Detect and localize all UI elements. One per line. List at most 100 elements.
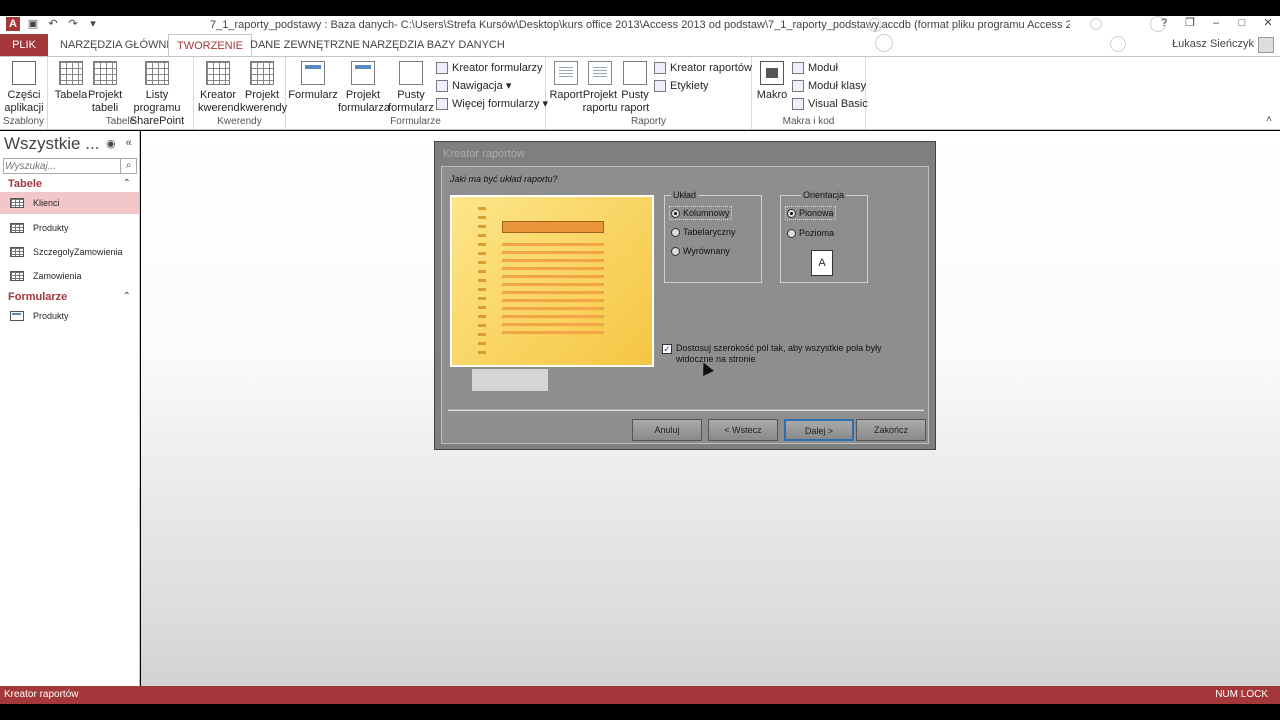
query-design-button[interactable]: Projekt kwerendy xyxy=(240,61,287,115)
query-design-label: Projekt xyxy=(244,89,280,101)
more-forms-icon xyxy=(436,98,448,110)
nav-item-zamowienia[interactable]: Zamowienia xyxy=(0,265,139,287)
nav-item-produkty[interactable]: Produkty xyxy=(0,217,139,239)
form-wizard-icon xyxy=(436,62,448,74)
class-module-label: Moduł klasy xyxy=(808,80,867,92)
fit-fields-checkbox[interactable]: ✓ Dostosuj szerokość pól tak, aby wszyst… xyxy=(662,343,918,365)
layout-option-tabular[interactable]: Tabelaryczny xyxy=(671,227,736,237)
form-design-label: Projekt xyxy=(345,89,381,101)
window-controls: ? ❐ – □ ✕ xyxy=(1158,17,1274,29)
nav-pane-header[interactable]: Wszystkie ... xyxy=(4,134,99,154)
form-design-label-2: formularza xyxy=(338,102,390,114)
more-forms-label: Więcej formularzy xyxy=(452,98,540,110)
chevron-down-icon[interactable]: ◉ xyxy=(106,137,116,150)
option-label: Pozioma xyxy=(799,228,835,238)
report-design-label: Projekt xyxy=(582,89,618,101)
radio-icon xyxy=(787,209,796,218)
title-bar: A ▣ ↶ ↷ ▾ 7_1_raporty_podstawy : Baza da… xyxy=(0,16,1280,34)
report-design-button[interactable]: Projekt raportu xyxy=(582,61,618,115)
blank-form-button[interactable]: Pusty formularz xyxy=(388,61,434,115)
collapse-icon[interactable]: ⌃ xyxy=(123,175,131,193)
user-avatar[interactable] xyxy=(1258,37,1274,53)
tab-database-tools[interactable]: NARZĘDZIA BAZY DANYCH xyxy=(354,34,513,56)
macro-icon xyxy=(760,61,784,85)
blank-report-label-2: raport xyxy=(620,102,650,114)
nav-item-label: SzczegolyZamowienia xyxy=(33,247,123,257)
maximize-icon[interactable]: □ xyxy=(1236,17,1248,29)
report-wizard-button[interactable]: Kreator raportów xyxy=(654,60,752,76)
layout-option-justified[interactable]: Wyrównany xyxy=(671,246,730,256)
visual-basic-button[interactable]: Visual Basic xyxy=(792,96,868,112)
back-button[interactable]: < Wstecz xyxy=(708,419,778,441)
undo-icon[interactable]: ↶ xyxy=(46,17,60,31)
macro-button[interactable]: Makro xyxy=(754,61,790,102)
orientation-option-portrait[interactable]: Pionowa xyxy=(785,206,836,220)
num-lock-indicator: NUM LOCK xyxy=(1215,689,1268,700)
report-button[interactable]: Raport xyxy=(548,61,584,102)
next-button[interactable]: Dalej > xyxy=(784,419,854,441)
tab-home[interactable]: NARZĘDZIA GŁÓWNE xyxy=(52,34,182,56)
help-icon[interactable]: ? xyxy=(1158,17,1170,29)
tab-external-data[interactable]: DANE ZEWNĘTRZNE xyxy=(242,34,368,56)
cancel-button[interactable]: Anuluj xyxy=(632,419,702,441)
form-design-button[interactable]: Projekt formularza xyxy=(338,61,390,115)
collapse-ribbon-icon[interactable]: ˄ xyxy=(1266,114,1272,125)
layout-option-columnar[interactable]: Kolumnowy xyxy=(669,206,732,220)
navigation-button[interactable]: Nawigacja ▾ xyxy=(436,78,511,94)
dialog-body: Jaki ma być układ raportu? Układ Kolumno… xyxy=(441,166,929,444)
blank-form-label-2: formularz xyxy=(388,102,434,114)
navigation-pane: Wszystkie ... ◉ « ⌕ Tabele ⌃ Klienci Pro… xyxy=(0,131,140,686)
redo-icon[interactable]: ↷ xyxy=(66,17,80,31)
table-design-label: Projekt xyxy=(88,89,123,101)
search-input[interactable] xyxy=(5,159,119,173)
orientation-option-landscape[interactable]: Pozioma xyxy=(787,228,834,238)
module-button[interactable]: Moduł xyxy=(792,60,838,76)
nav-item-label: Produkty xyxy=(33,311,69,321)
wizard-question: Jaki ma być układ raportu? xyxy=(450,174,558,184)
class-module-icon xyxy=(792,80,804,92)
labels-button[interactable]: Etykiety xyxy=(654,78,709,94)
table-icon xyxy=(10,271,24,281)
more-forms-button[interactable]: Więcej formularzy ▾ xyxy=(436,96,548,112)
restore-icon[interactable]: ❐ xyxy=(1184,17,1196,29)
shutter-bar-icon[interactable]: « xyxy=(126,137,132,150)
visual-basic-icon xyxy=(792,98,804,110)
blank-form-label: Pusty xyxy=(397,89,425,101)
form-button[interactable]: Formularz xyxy=(288,61,338,102)
section-forms[interactable]: Formularze ⌃ xyxy=(0,288,139,306)
visual-basic-label: Visual Basic xyxy=(808,98,868,110)
finish-button[interactable]: Zakończ xyxy=(856,419,926,441)
table-design-button[interactable]: Projekt tabeli xyxy=(88,61,122,115)
query-wizard-button[interactable]: Kreator kwerend xyxy=(198,61,240,115)
group-forms: Formularz Projekt formularza Pusty formu… xyxy=(286,57,548,129)
close-icon[interactable]: ✕ xyxy=(1262,17,1274,29)
nav-item-klienci[interactable]: Klienci xyxy=(0,192,139,214)
minimize-icon[interactable]: – xyxy=(1210,17,1222,29)
form-wizard-button[interactable]: Kreator formularzy xyxy=(436,60,542,76)
blank-report-button[interactable]: Pusty raport xyxy=(618,61,652,115)
save-icon[interactable]: ▣ xyxy=(26,17,40,31)
application-parts-button[interactable]: Części aplikacji xyxy=(2,61,46,115)
nav-item-label: Zamowienia xyxy=(33,271,82,281)
table-button[interactable]: Tabela xyxy=(54,61,88,102)
option-label: Pionowa xyxy=(799,208,834,218)
group-label: Kwerendy xyxy=(217,116,262,127)
status-bar: Kreator raportów NUM LOCK xyxy=(0,686,1280,704)
navigation-icon xyxy=(436,80,448,92)
section-tables[interactable]: Tabele ⌃ xyxy=(0,175,139,193)
customize-qat-icon[interactable]: ▾ xyxy=(86,17,100,31)
radio-icon xyxy=(671,228,680,237)
class-module-button[interactable]: Moduł klasy xyxy=(792,78,866,94)
radio-icon xyxy=(671,209,680,218)
search-icon[interactable]: ⌕ xyxy=(120,159,136,173)
decoration-circle xyxy=(868,18,882,32)
nav-item-szczegolyzamowienia[interactable]: SzczegolyZamowienia xyxy=(0,241,139,263)
collapse-icon[interactable]: ⌃ xyxy=(123,288,131,306)
user-name[interactable]: Łukasz Sieńczyk xyxy=(1172,38,1254,50)
table-icon xyxy=(10,247,24,257)
nav-item-form-produkty[interactable]: Produkty xyxy=(0,305,139,327)
tab-file[interactable]: PLIK xyxy=(0,34,48,56)
dialog-separator xyxy=(448,409,924,411)
tab-create[interactable]: TWORZENIE xyxy=(168,34,252,57)
preview-rows xyxy=(502,243,604,335)
